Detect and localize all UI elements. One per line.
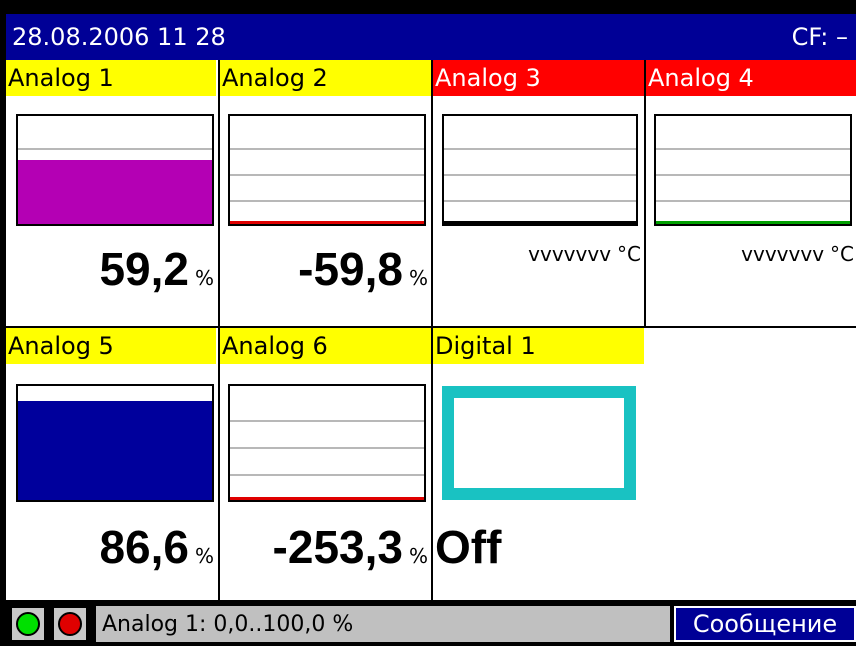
bar-graph: [16, 114, 214, 226]
value-number: -59,8: [298, 243, 403, 295]
channel-header: Analog 6: [220, 328, 431, 364]
channel-header: Analog 5: [6, 328, 216, 364]
datetime-label: 28.08.2006 11 28: [12, 23, 226, 51]
channel-header: Analog 3: [433, 60, 644, 96]
digital-state-indicator: [442, 386, 636, 500]
bar-graph: [228, 384, 426, 502]
channel-value: -59,8 %: [220, 242, 428, 298]
value-number: 59,2: [99, 243, 189, 295]
value-number: vvvvvvv: [741, 242, 825, 266]
value-unit: °C: [830, 242, 854, 266]
status-led-green: [10, 606, 46, 642]
value-unit: %: [408, 544, 428, 568]
channel-header: Analog 2: [220, 60, 431, 96]
status-bar: Analog 1: 0,0..100,0 % Сообщение: [6, 600, 856, 646]
channel-value: -253,3 %: [220, 520, 428, 578]
channel-header: Analog 1: [6, 60, 216, 96]
value-number: -253,3: [272, 521, 403, 573]
status-led-red: [52, 606, 88, 642]
bar-graph: [654, 114, 852, 226]
bar-graph: [228, 114, 426, 226]
green-circle-icon: [16, 612, 40, 636]
channel-grid: Analog 1 59,2 % Analog 2 -59,8 % Analog …: [6, 60, 856, 600]
empty-tile: [646, 328, 856, 600]
channel-value: vvvvvvv °C: [433, 242, 641, 298]
title-bar: 28.08.2006 11 28 CF: –: [6, 14, 856, 60]
channel-header: Digital 1: [433, 328, 644, 364]
bar-graph: [16, 384, 214, 502]
digital-value: Off: [433, 520, 639, 578]
red-circle-icon: [58, 612, 82, 636]
value-number: vvvvvvv: [528, 242, 612, 266]
channel-value: 59,2 %: [6, 242, 214, 298]
channel-value: vvvvvvv °C: [646, 242, 854, 298]
message-button[interactable]: Сообщение: [674, 606, 856, 642]
value-unit: °C: [617, 242, 641, 266]
value-unit: %: [194, 266, 214, 290]
digital-state-text: Off: [435, 521, 502, 573]
recorder-screen: 28.08.2006 11 28 CF: – Analog 1 59,2 % A…: [0, 0, 856, 646]
value-number: 86,6: [99, 521, 189, 573]
value-unit: %: [408, 266, 428, 290]
cf-status-label: CF: –: [791, 23, 848, 51]
value-unit: %: [194, 544, 214, 568]
channel-header: Analog 4: [646, 60, 856, 96]
channel-value: 86,6 %: [6, 520, 214, 578]
status-message: Analog 1: 0,0..100,0 %: [96, 606, 670, 642]
bar-graph: [442, 114, 638, 226]
